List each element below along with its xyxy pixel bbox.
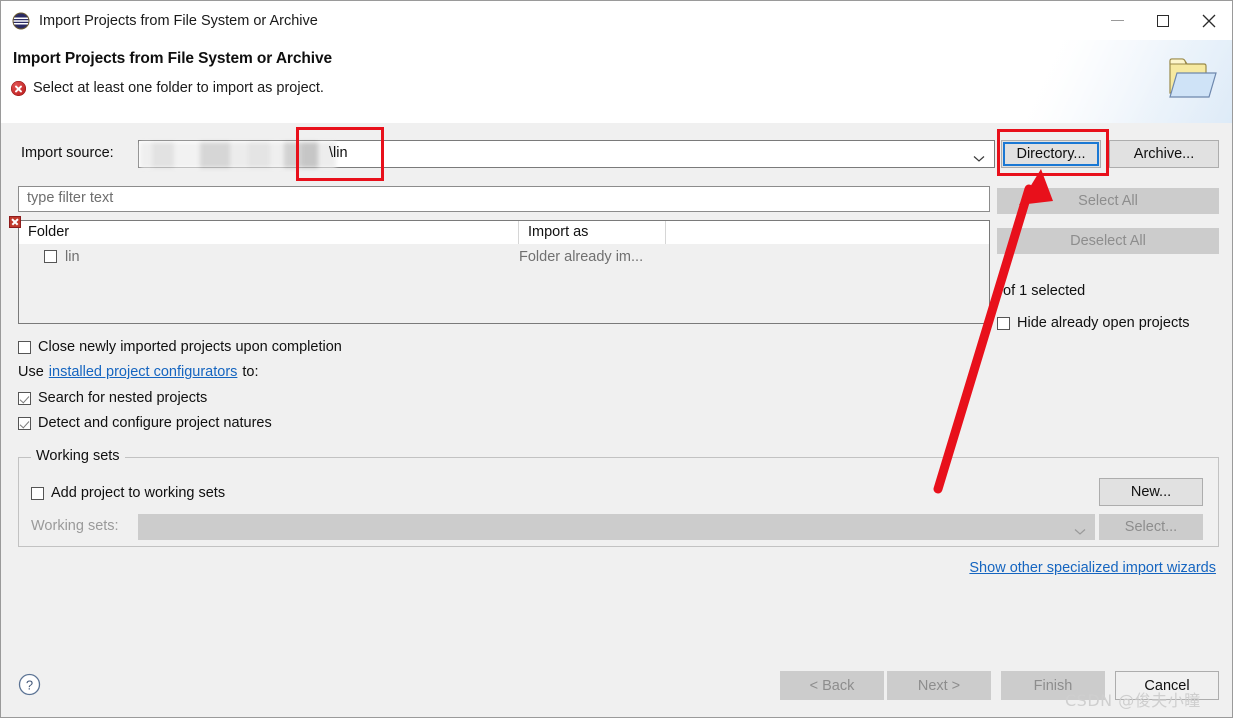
- search-nested-label: Search for nested projects: [38, 390, 208, 406]
- selection-status: of 1 selected: [1003, 283, 1086, 299]
- chevron-down-icon[interactable]: [1074, 524, 1086, 540]
- annotation-box-directory: [997, 129, 1109, 176]
- show-other-wizards-link[interactable]: Show other specialized import wizards: [969, 560, 1216, 576]
- hide-open-projects-checkbox[interactable]: [997, 316, 1010, 330]
- maximize-button[interactable]: [1140, 1, 1186, 40]
- configurators-line: Use installed project configurators to:: [18, 364, 259, 380]
- close-button[interactable]: [1186, 1, 1232, 40]
- close-imported-label: Close newly imported projects upon compl…: [38, 339, 342, 355]
- table-cell-import-as: Folder already im...: [519, 248, 644, 265]
- search-nested-option[interactable]: Search for nested projects: [18, 390, 207, 406]
- column-header-import-as[interactable]: Import as: [519, 221, 666, 244]
- eclipse-icon: [12, 12, 30, 30]
- import-wizard-dialog: Import Projects from File System or Arch…: [0, 0, 1233, 718]
- row-folder-name: lin: [65, 248, 80, 265]
- header-message: Select at least one folder to import as …: [11, 80, 324, 96]
- header-message-text: Select at least one folder to import as …: [33, 80, 324, 96]
- filter-input[interactable]: type filter text: [18, 186, 990, 212]
- import-source-label: Import source:: [21, 145, 114, 161]
- annotation-box-path: [296, 127, 384, 181]
- search-nested-checkbox[interactable]: [18, 391, 31, 405]
- error-icon: [11, 80, 26, 96]
- table-body: lin Folder already im...: [19, 244, 989, 323]
- select-working-set-button[interactable]: Select...: [1099, 514, 1203, 540]
- table-header: Folder Import as: [19, 221, 989, 245]
- working-sets-combo[interactable]: [138, 514, 1095, 540]
- close-imported-checkbox[interactable]: [18, 340, 31, 354]
- detect-natures-label: Detect and configure project natures: [38, 415, 272, 431]
- deselect-all-button[interactable]: Deselect All: [997, 228, 1219, 254]
- select-all-button[interactable]: Select All: [997, 188, 1219, 214]
- add-to-working-sets-option[interactable]: Add project to working sets: [31, 485, 225, 501]
- add-to-working-sets-label: Add project to working sets: [51, 485, 226, 501]
- working-sets-legend: Working sets: [31, 448, 125, 464]
- next-button[interactable]: Next >: [887, 671, 991, 700]
- filter-placeholder: type filter text: [27, 190, 114, 206]
- help-icon[interactable]: ?: [18, 673, 41, 696]
- column-header-folder[interactable]: Folder: [19, 221, 519, 244]
- table-error-badge-icon: [9, 216, 21, 228]
- hide-open-projects-label: Hide already open projects: [1017, 315, 1190, 331]
- use-suffix-label: to:: [242, 364, 259, 380]
- use-prefix-label: Use: [18, 364, 44, 380]
- detect-natures-option[interactable]: Detect and configure project natures: [18, 415, 272, 431]
- add-to-working-sets-checkbox[interactable]: [31, 486, 44, 500]
- chevron-down-icon[interactable]: [973, 151, 985, 167]
- archive-button[interactable]: Archive...: [1109, 140, 1219, 168]
- minimize-button[interactable]: [1094, 1, 1140, 40]
- wizard-header: Import Projects from File System or Arch…: [1, 40, 1232, 124]
- import-source-combo[interactable]: \lin: [138, 140, 995, 168]
- back-button[interactable]: < Back: [780, 671, 884, 700]
- new-working-set-button[interactable]: New...: [1099, 478, 1203, 506]
- table-cell-folder: lin: [19, 249, 519, 265]
- svg-text:?: ?: [26, 678, 33, 693]
- watermark: CSDN @俊夫小瞳: [1065, 691, 1201, 710]
- folder-icon: [1164, 53, 1222, 103]
- window-controls: [1094, 1, 1232, 40]
- detect-natures-checkbox[interactable]: [18, 416, 31, 430]
- installed-project-configurators-link[interactable]: installed project configurators: [49, 364, 238, 380]
- window-title: Import Projects from File System or Arch…: [39, 12, 318, 29]
- row-checkbox[interactable]: [44, 250, 57, 263]
- working-sets-combo-label: Working sets:: [31, 518, 119, 534]
- close-imported-option[interactable]: Close newly imported projects upon compl…: [18, 339, 342, 355]
- hide-open-projects-option[interactable]: Hide already open projects: [997, 315, 1190, 331]
- title-bar: Import Projects from File System or Arch…: [1, 1, 1232, 40]
- folders-table[interactable]: Folder Import as lin Folder already im..…: [18, 220, 990, 324]
- table-row[interactable]: lin Folder already im...: [19, 244, 989, 269]
- column-header-extra[interactable]: [666, 221, 988, 244]
- page-title: Import Projects from File System or Arch…: [13, 50, 332, 67]
